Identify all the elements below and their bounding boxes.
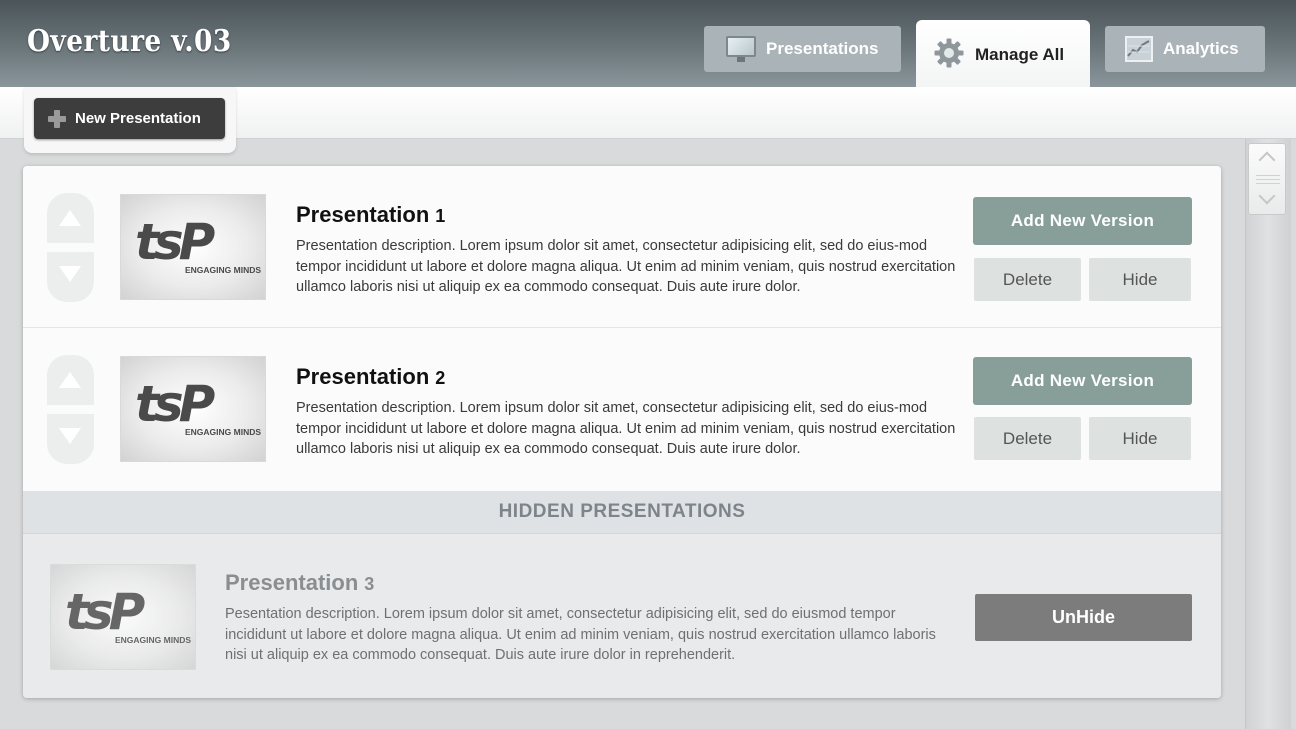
presentation-title[interactable]: Presentation 1 (296, 202, 445, 228)
unhide-button[interactable]: UnHide (975, 594, 1192, 641)
app-header: Overture v.03 Presentations Analytics (0, 0, 1296, 87)
grip-line (1256, 179, 1280, 180)
move-up-button[interactable] (47, 355, 94, 405)
presentation-row: tsP ENGAGING MINDS Presentation 1 Present… (23, 166, 1221, 328)
logo-tagline: ENGAGING MINDS (115, 635, 192, 645)
presentation-description: Pesentation description. Lorem ipsum dol… (225, 606, 936, 663)
gear-icon (933, 37, 965, 74)
presentation-thumbnail[interactable]: tsP ENGAGING MINDS (120, 194, 266, 300)
tsp-logo: tsP (135, 375, 215, 433)
delete-button[interactable]: Delete (974, 258, 1081, 301)
title-text: Presentation (225, 570, 359, 595)
presentation-thumbnail[interactable]: tsP ENGAGING MINDS (120, 356, 266, 462)
hidden-presentation-row: tsP ENGAGING MINDS Presentation 3 Pesenta… (23, 534, 1221, 698)
scrollbar-thumb[interactable] (1248, 143, 1286, 215)
arrow-up-icon (59, 210, 81, 226)
title-number: 3 (364, 574, 375, 594)
title-number: 2 (435, 368, 446, 388)
presentations-panel: tsP ENGAGING MINDS Presentation 1 Present… (23, 166, 1221, 698)
presentation-row: tsP ENGAGING MINDS Presentation 2 Present… (23, 328, 1221, 491)
tab-presentations[interactable]: Presentations (704, 26, 901, 72)
presentation-thumbnail[interactable]: tsP ENGAGING MINDS (50, 564, 196, 670)
presentation-title[interactable]: Presentation 3 (225, 570, 374, 596)
tab-manage-all[interactable]: Manage All (916, 20, 1090, 90)
tab-label: Analytics (1163, 39, 1239, 58)
add-new-version-button[interactable]: Add New Version (973, 357, 1192, 405)
tsp-logo: tsP (65, 583, 145, 641)
app-title: Overture v.03 (27, 24, 232, 59)
chevron-up-icon (1258, 151, 1276, 169)
presentation-title[interactable]: Presentation 2 (296, 364, 445, 390)
hidden-presentations-heading: HIDDEN PRESENTATIONS (23, 491, 1221, 534)
arrow-down-icon (59, 428, 81, 444)
new-presentation-button[interactable]: New Presentation (34, 98, 225, 139)
move-up-button[interactable] (47, 193, 94, 243)
hide-button[interactable]: Hide (1089, 258, 1191, 301)
move-down-button[interactable] (47, 252, 94, 302)
grip-line (1256, 183, 1280, 184)
chevron-down-icon (1258, 187, 1276, 205)
monitor-icon (726, 36, 756, 62)
logo-tagline: ENGAGING MINDS (185, 427, 262, 437)
arrow-down-icon (59, 266, 81, 282)
delete-button[interactable]: Delete (974, 417, 1081, 460)
title-number: 1 (435, 206, 446, 226)
chart-icon (1125, 36, 1153, 62)
add-new-version-button[interactable]: Add New Version (973, 197, 1192, 245)
grip-line (1256, 175, 1280, 176)
presentation-description: Presentation description. Lorem ipsum do… (296, 238, 956, 295)
new-presentation-label: New Presentation (75, 110, 201, 127)
scrollbar-track[interactable] (1245, 139, 1291, 729)
title-text: Presentation (296, 364, 430, 389)
tsp-logo: tsP (135, 213, 215, 271)
hide-button[interactable]: Hide (1089, 417, 1191, 460)
arrow-up-icon (59, 372, 81, 388)
logo-tagline: ENGAGING MINDS (185, 265, 262, 275)
move-down-button[interactable] (47, 414, 94, 464)
title-text: Presentation (296, 202, 430, 227)
tab-label: Presentations (766, 39, 879, 58)
presentation-description: Presentation description. Lorem ipsum do… (296, 400, 956, 457)
tab-label: Manage All (975, 45, 1065, 64)
plus-icon (48, 109, 66, 128)
tab-analytics[interactable]: Analytics (1105, 26, 1265, 72)
